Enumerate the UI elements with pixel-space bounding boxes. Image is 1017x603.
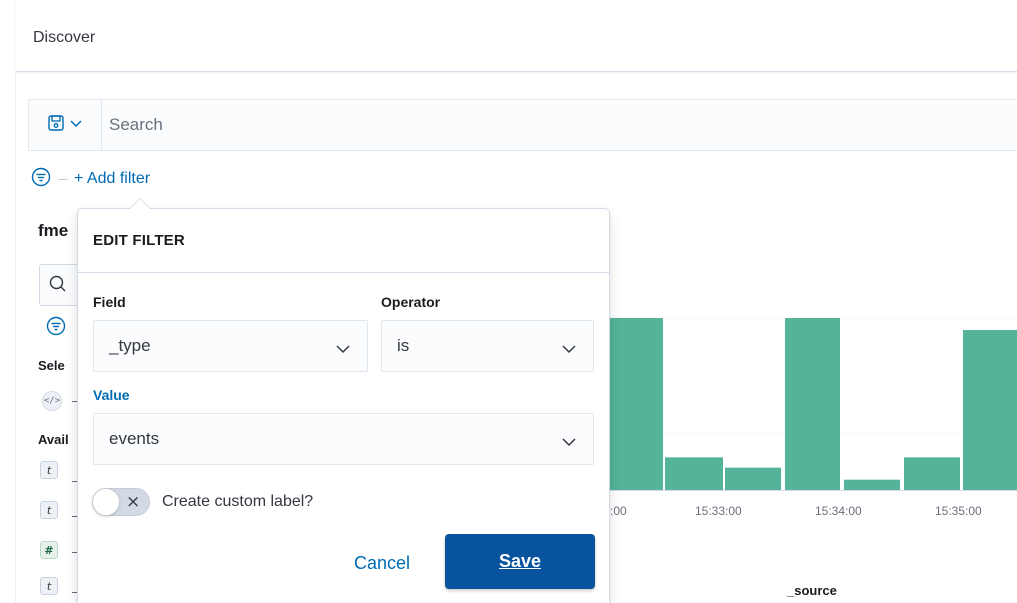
x-tick-label: 15:33:00 (695, 504, 742, 518)
custom-label-switch[interactable]: × (92, 488, 150, 516)
histogram-bar[interactable] (963, 330, 1017, 490)
chevron-down-icon (561, 340, 577, 360)
search-input[interactable] (109, 100, 989, 150)
operator-label: Operator (381, 294, 441, 310)
x-tick-label: 15:35:00 (935, 504, 982, 518)
chevron-down-icon (335, 340, 351, 360)
switch-knob (92, 488, 120, 516)
value-label: Value (93, 387, 130, 403)
string-field-icon: t (40, 501, 58, 519)
popover-title: EDIT FILTER (93, 232, 185, 249)
histogram-bar[interactable] (785, 318, 840, 490)
popover-divider (78, 272, 609, 273)
close-icon: × (126, 492, 141, 512)
field-combobox-value: _type (109, 336, 151, 355)
value-combobox-value: events (109, 429, 160, 448)
field-combobox[interactable]: _type (93, 320, 368, 372)
operator-combobox[interactable]: is (381, 320, 594, 372)
source-column-header: _source (787, 583, 837, 598)
histogram-bar[interactable] (665, 457, 723, 490)
field-filter-icon[interactable] (46, 316, 66, 341)
field-label: Field (93, 294, 126, 310)
index-pattern-title[interactable]: fme (38, 221, 68, 241)
query-bar (28, 99, 1017, 151)
save-icon (47, 114, 65, 137)
save-button[interactable]: Save (445, 534, 595, 589)
chevron-down-icon (69, 116, 83, 135)
custom-label-text: Create custom label? (162, 493, 314, 510)
string-field-icon: t (40, 461, 58, 479)
histogram-bar[interactable] (844, 479, 900, 490)
filter-bar: + Add filter (31, 165, 150, 193)
x-tick-label: :00 (610, 504, 627, 518)
histogram-bar[interactable] (725, 467, 781, 490)
selected-fields-heading: Sele (38, 358, 65, 373)
page-title: Discover (33, 29, 96, 46)
popover-arrow-fill (130, 199, 150, 209)
histogram-bar[interactable] (904, 457, 960, 490)
top-header: Discover (16, 0, 1017, 72)
number-field-icon: # (40, 541, 58, 559)
cancel-button[interactable]: Cancel (332, 545, 432, 581)
available-fields-heading: Avail (38, 432, 69, 447)
source-field-icon: </> (42, 391, 62, 411)
value-combobox[interactable]: events (93, 413, 594, 465)
filter-separator (58, 178, 68, 180)
custom-label-row: × Create custom label? (92, 488, 313, 516)
edit-filter-popover: EDIT FILTER Field Operator _type is Valu… (77, 208, 610, 603)
filter-icon[interactable] (31, 167, 51, 192)
x-tick-label: 15:34:00 (815, 504, 862, 518)
operator-combobox-value: is (397, 336, 410, 355)
add-filter-button[interactable]: + Add filter (74, 170, 150, 188)
left-divider (15, 72, 16, 603)
saved-queries-button[interactable] (29, 100, 102, 150)
string-field-icon: t (40, 577, 58, 595)
search-icon (49, 275, 67, 298)
chevron-down-icon (561, 433, 577, 453)
